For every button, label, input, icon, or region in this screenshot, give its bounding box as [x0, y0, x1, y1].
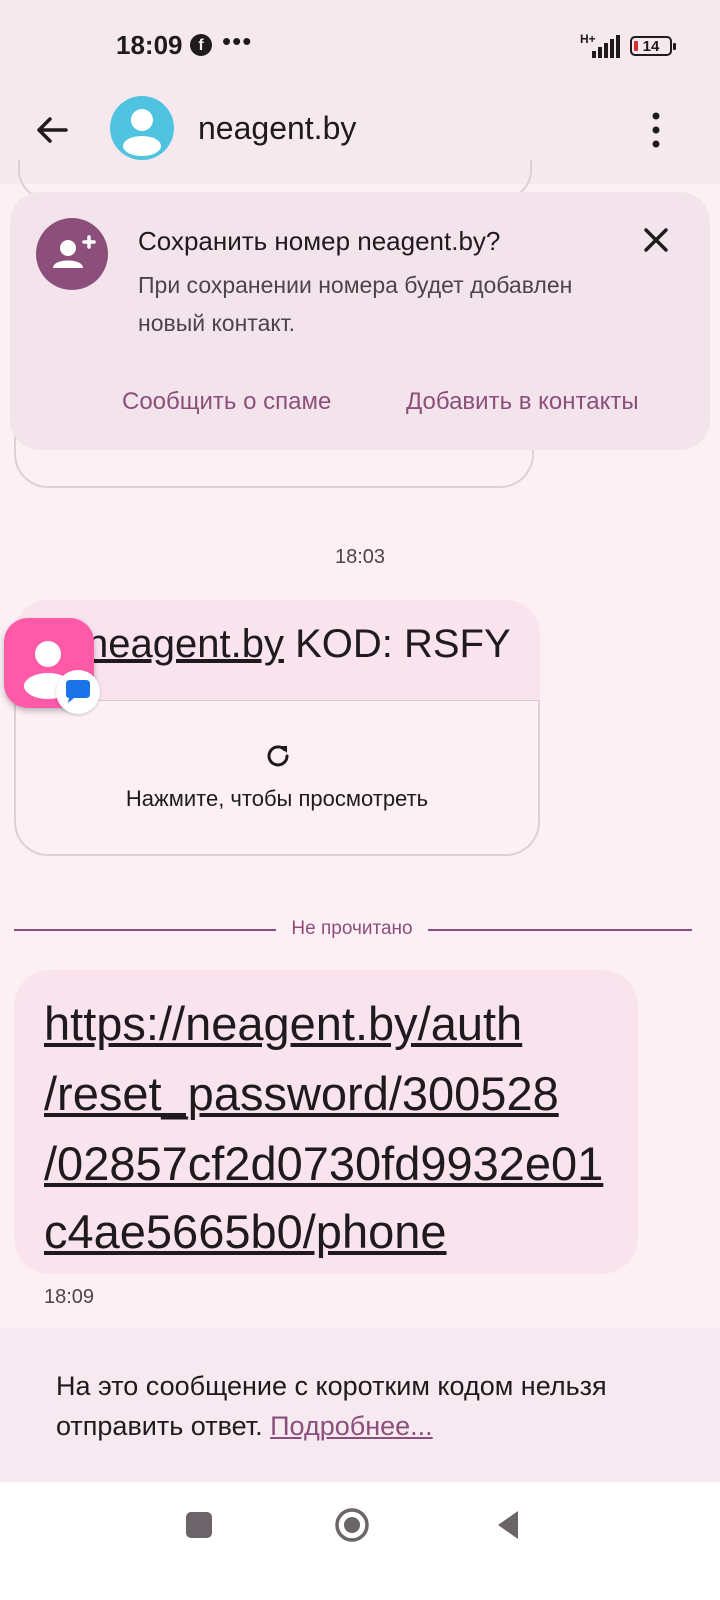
- close-icon[interactable]: [638, 222, 674, 258]
- message-link-line[interactable]: c4ae5665b0/phone: [44, 1204, 447, 1259]
- add-contact-icon: [36, 218, 108, 290]
- refresh-icon: [267, 745, 289, 767]
- banner-description: При сохранении номера будет добавлен нов…: [138, 272, 573, 336]
- unread-divider-label: Не прочитано: [291, 918, 413, 939]
- learn-more-link[interactable]: Подробнее...: [270, 1411, 433, 1441]
- back-arrow-icon[interactable]: [30, 108, 74, 152]
- message-link-line[interactable]: https://neagent.by/auth: [44, 996, 522, 1051]
- more-notifications-icon: •••: [222, 26, 253, 56]
- messages-app-badge-icon: [56, 670, 100, 714]
- code-text: KOD: RSFY: [283, 622, 511, 666]
- battery-icon: 14: [630, 36, 676, 56]
- message-link[interactable]: neagent.by: [86, 622, 284, 666]
- person-icon: [123, 109, 161, 156]
- status-time: 18:09: [116, 30, 183, 60]
- conversation-timestamp: 18:03: [334, 546, 386, 568]
- banner-title: Сохранить номер neagent.by?: [138, 226, 501, 256]
- home-icon[interactable]: [334, 1507, 370, 1543]
- message-timestamp: 18:09: [44, 1286, 95, 1308]
- unread-divider-line: [14, 929, 276, 931]
- more-options-icon[interactable]: [644, 108, 668, 152]
- report-spam-button[interactable]: Сообщить о спаме: [122, 388, 331, 416]
- recent-apps-icon[interactable]: [186, 1512, 212, 1538]
- code-message-text: neagent.by KOD: RSFY: [86, 622, 511, 667]
- message-link-line[interactable]: /02857cf2d0730fd9932e01: [44, 1136, 603, 1191]
- preview-prompt[interactable]: Нажмите, чтобы просмотреть: [14, 786, 540, 812]
- notice-text: На это сообщение с коротким кодом нельзя…: [56, 1366, 676, 1446]
- back-nav-icon[interactable]: [494, 1508, 522, 1542]
- contact-avatar[interactable]: [110, 96, 174, 160]
- message-link-line[interactable]: /reset_password/300528: [44, 1066, 559, 1121]
- link-preview-card[interactable]: [14, 700, 540, 856]
- contact-name[interactable]: neagent.by: [198, 110, 356, 147]
- add-contact-button[interactable]: Добавить в контакты: [406, 388, 639, 416]
- signal-icon: [592, 35, 620, 58]
- unread-divider-line: [428, 929, 692, 931]
- facebook-icon: f: [190, 34, 212, 56]
